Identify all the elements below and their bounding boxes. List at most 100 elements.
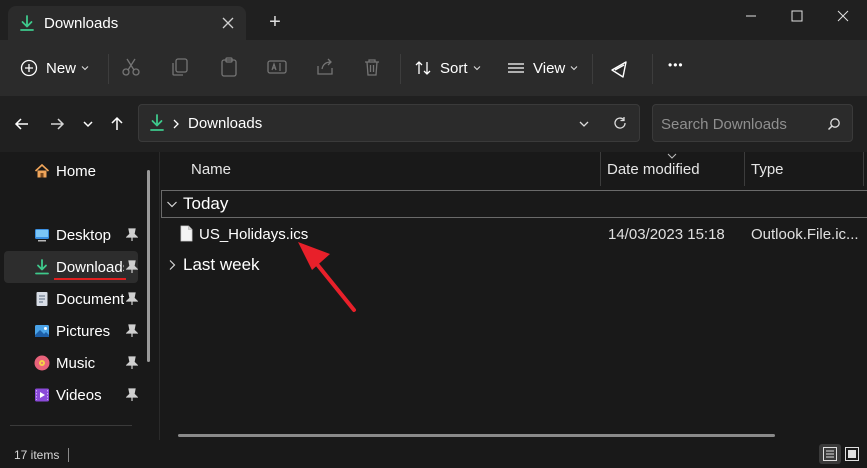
column-divider[interactable] bbox=[600, 152, 601, 186]
column-header-date-modified[interactable]: Date modified bbox=[607, 152, 700, 186]
pin-icon bbox=[126, 292, 138, 305]
column-header-type[interactable]: Type bbox=[751, 152, 784, 186]
minimize-button[interactable] bbox=[728, 0, 774, 32]
refresh-icon[interactable] bbox=[613, 116, 627, 130]
group-label: Today bbox=[183, 194, 229, 213]
videos-icon bbox=[35, 388, 49, 402]
horizontal-scrollbar[interactable] bbox=[178, 434, 775, 437]
delete-icon[interactable] bbox=[361, 56, 383, 78]
sidebar-item-pictures[interactable]: Pictures bbox=[4, 315, 138, 347]
details-view-icon bbox=[823, 447, 837, 461]
new-button[interactable]: New bbox=[20, 46, 89, 90]
tab-title: Downloads bbox=[44, 14, 119, 32]
chevron-down-icon bbox=[83, 121, 93, 128]
pictures-icon bbox=[35, 325, 49, 337]
pin-icon bbox=[126, 260, 138, 273]
column-divider[interactable] bbox=[863, 152, 864, 186]
group-header-today[interactable]: Today bbox=[166, 190, 228, 218]
file-date-modified: 14/03/2023 15:18 bbox=[608, 226, 725, 243]
item-count: 17 items bbox=[14, 448, 60, 462]
recent-locations-button[interactable] bbox=[76, 112, 100, 136]
chevron-down-icon bbox=[570, 66, 578, 71]
sidebar-item-documents[interactable]: Documents bbox=[4, 283, 138, 315]
sidebar-scrollbar[interactable] bbox=[147, 170, 150, 362]
chevron-right-icon bbox=[173, 119, 179, 129]
download-icon bbox=[20, 15, 34, 31]
group-header-today-box bbox=[161, 190, 867, 218]
group-label: Last week bbox=[183, 255, 260, 274]
pane-divider[interactable] bbox=[159, 152, 160, 440]
filter-pen-icon[interactable] bbox=[609, 58, 631, 80]
share-icon[interactable] bbox=[314, 56, 336, 78]
details-view-button[interactable] bbox=[819, 444, 841, 464]
toolbar-divider bbox=[592, 54, 593, 84]
minimize-icon bbox=[746, 15, 756, 17]
tiles-view-button[interactable] bbox=[842, 444, 862, 464]
arrow-up-icon bbox=[111, 116, 123, 130]
sort-button[interactable]: Sort bbox=[414, 46, 481, 90]
pin-icon bbox=[126, 356, 138, 369]
address-bar[interactable]: Downloads bbox=[138, 104, 640, 142]
music-icon bbox=[34, 355, 50, 371]
chevron-down-icon bbox=[81, 66, 89, 71]
sidebar-item-videos[interactable]: Videos bbox=[4, 379, 138, 411]
download-icon bbox=[150, 114, 164, 131]
file-row[interactable]: US_Holidays.ics 14/03/2023 15:18 Outlook… bbox=[174, 220, 864, 250]
close-tab-button[interactable] bbox=[216, 11, 240, 35]
search-box[interactable] bbox=[652, 104, 853, 142]
view-label: View bbox=[533, 59, 566, 77]
sidebar-item-music[interactable]: Music bbox=[4, 347, 138, 379]
paste-icon[interactable] bbox=[218, 56, 240, 78]
toolbar-divider bbox=[400, 54, 401, 84]
pin-icon bbox=[126, 228, 138, 241]
sort-icon bbox=[415, 61, 431, 75]
copy-icon[interactable] bbox=[169, 56, 191, 78]
rename-icon[interactable] bbox=[266, 56, 288, 78]
search-icon[interactable] bbox=[827, 117, 841, 131]
maximize-button[interactable] bbox=[774, 0, 820, 32]
sort-label: Sort bbox=[440, 59, 468, 77]
see-more-button[interactable]: ••• bbox=[668, 58, 684, 72]
view-list-icon bbox=[508, 63, 524, 73]
sidebar-item-label: Downloads bbox=[56, 258, 124, 276]
sort-indicator-icon bbox=[667, 153, 677, 159]
pin-icon bbox=[126, 324, 138, 337]
back-button[interactable] bbox=[10, 112, 34, 136]
sidebar-item-desktop[interactable]: Desktop bbox=[4, 219, 138, 251]
forward-button[interactable] bbox=[45, 112, 69, 136]
view-button[interactable]: View bbox=[507, 46, 578, 90]
status-bar: 17 items bbox=[0, 440, 867, 468]
cut-icon[interactable] bbox=[120, 56, 142, 78]
sidebar-item-label: Pictures bbox=[56, 322, 111, 340]
sidebar-item-label: Home bbox=[56, 162, 97, 180]
breadcrumb-downloads[interactable]: Downloads bbox=[188, 115, 262, 132]
file-type: Outlook.File.ic... bbox=[751, 226, 859, 243]
sidebar-item-home[interactable]: Home bbox=[4, 155, 138, 187]
toolbar-divider bbox=[652, 54, 653, 84]
search-input[interactable] bbox=[661, 114, 821, 134]
sidebar-item-label: Desktop bbox=[56, 226, 112, 244]
column-divider[interactable] bbox=[744, 152, 745, 186]
desktop-icon bbox=[35, 229, 49, 242]
new-label: New bbox=[46, 59, 77, 77]
close-window-button[interactable] bbox=[820, 0, 866, 32]
annotation-arrow-icon bbox=[298, 242, 356, 312]
toolbar-divider bbox=[108, 54, 109, 84]
download-icon bbox=[35, 259, 49, 275]
new-tab-button[interactable]: + bbox=[264, 12, 286, 34]
chevron-down-icon[interactable] bbox=[578, 118, 590, 130]
annotation-underline bbox=[54, 278, 126, 280]
chevron-right-icon bbox=[169, 260, 176, 270]
sidebar-item-label: Videos bbox=[56, 386, 102, 404]
group-header-last-week[interactable]: Last week bbox=[166, 251, 260, 279]
tab-downloads[interactable]: Downloads bbox=[8, 6, 246, 40]
home-icon bbox=[34, 163, 50, 178]
up-button[interactable] bbox=[105, 112, 129, 136]
close-icon bbox=[837, 10, 849, 22]
column-header-name[interactable]: Name bbox=[191, 152, 231, 186]
sidebar-item-label: Music bbox=[56, 354, 96, 372]
chevron-down-icon bbox=[167, 201, 177, 208]
status-divider bbox=[68, 448, 69, 462]
sidebar-item-label: Documents bbox=[56, 290, 124, 308]
documents-icon bbox=[36, 292, 48, 306]
